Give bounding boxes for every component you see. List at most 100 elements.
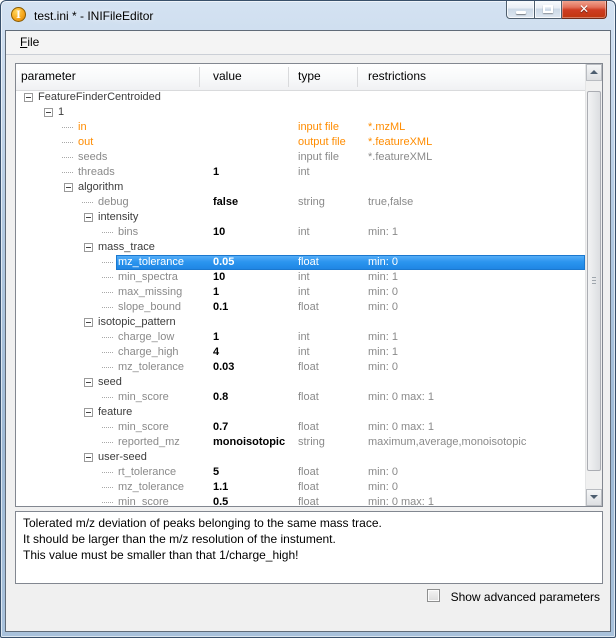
param-value[interactable]: 5: [213, 465, 219, 480]
tree-row[interactable]: intensity: [16, 210, 585, 225]
scroll-up-button[interactable]: [586, 64, 602, 81]
param-value[interactable]: 1: [213, 330, 219, 345]
menu-file[interactable]: File: [14, 33, 45, 51]
collapse-expander-icon[interactable]: [84, 408, 93, 417]
tree-row[interactable]: debugfalsestringtrue,false: [16, 195, 585, 210]
titlebar[interactable]: I test.ini * - INIFileEditor: [1, 1, 615, 30]
tree-row[interactable]: charge_low1intmin: 1: [16, 330, 585, 345]
param-value[interactable]: 1: [213, 165, 219, 180]
param-value[interactable]: 1: [213, 285, 219, 300]
param-name: min_spectra: [118, 270, 178, 285]
column-header-value[interactable]: value: [213, 69, 242, 83]
collapse-expander-icon[interactable]: [84, 213, 93, 222]
param-value[interactable]: 0.05: [213, 255, 234, 270]
tree-row[interactable]: FeatureFinderCentroided: [16, 90, 585, 105]
param-value[interactable]: 0.7: [213, 420, 228, 435]
tree-row[interactable]: min_score0.7floatmin: 0 max: 1: [16, 420, 585, 435]
tree-row[interactable]: seedsinput file*.featureXML: [16, 150, 585, 165]
param-type: int: [298, 270, 310, 285]
tree-row[interactable]: slope_bound0.1floatmin: 0: [16, 300, 585, 315]
column-header-parameter[interactable]: parameter: [21, 69, 76, 83]
arrow-up-icon: [590, 70, 598, 74]
param-name: isotopic_pattern: [98, 315, 176, 330]
param-value[interactable]: 1.1: [213, 480, 228, 495]
tree-row[interactable]: min_score0.5floatmin: 0 max: 1: [16, 495, 585, 506]
show-advanced-checkbox[interactable]: [427, 589, 440, 602]
tree-row[interactable]: threads1int: [16, 165, 585, 180]
column-header-restrictions[interactable]: restrictions: [368, 69, 426, 83]
minimize-button[interactable]: [506, 0, 535, 19]
tree-row[interactable]: outoutput file*.featureXML: [16, 135, 585, 150]
param-value[interactable]: monoisotopic: [213, 435, 285, 450]
param-restrictions: min: 1: [368, 225, 398, 240]
tree-row[interactable]: charge_high4intmin: 1: [16, 345, 585, 360]
table-header: parameter value type restrictions: [16, 64, 602, 91]
description-line: It should be larger than the m/z resolut…: [23, 531, 595, 547]
param-name: min_score: [118, 390, 169, 405]
tree-row[interactable]: min_spectra 10 int min: 1: [16, 270, 585, 285]
tree-row[interactable]: rt_tolerance5floatmin: 0: [16, 465, 585, 480]
param-value[interactable]: 10: [213, 270, 225, 285]
description-line: Tolerated m/z deviation of peaks belongi…: [23, 515, 595, 531]
window-title: test.ini * - INIFileEditor: [34, 9, 153, 23]
collapse-expander-icon[interactable]: [84, 453, 93, 462]
column-header-type[interactable]: type: [298, 69, 321, 83]
param-type: string: [298, 195, 325, 210]
close-button[interactable]: [562, 0, 607, 19]
param-value[interactable]: 4: [213, 345, 219, 360]
tree-branch-icon: [62, 127, 73, 128]
column-resize-handle[interactable]: [357, 67, 358, 87]
param-value[interactable]: false: [213, 195, 238, 210]
collapse-expander-icon[interactable]: [64, 183, 73, 192]
tree-row[interactable]: seed: [16, 375, 585, 390]
param-restrictions: min: 1: [368, 270, 398, 285]
show-advanced-label: Show advanced parameters: [451, 590, 600, 604]
collapse-expander-icon[interactable]: [84, 378, 93, 387]
param-value[interactable]: 0.03: [213, 360, 234, 375]
param-type: float: [298, 255, 319, 270]
param-value[interactable]: 0.8: [213, 390, 228, 405]
maximize-button[interactable]: [535, 0, 562, 19]
column-resize-handle[interactable]: [288, 67, 289, 87]
collapse-expander-icon[interactable]: [24, 93, 33, 102]
collapse-expander-icon[interactable]: [84, 243, 93, 252]
param-name: mass_trace: [98, 240, 155, 255]
vertical-scrollbar[interactable]: [585, 64, 602, 506]
tree-row[interactable]: min_score0.8floatmin: 0 max: 1: [16, 390, 585, 405]
tree-row[interactable]: algorithm: [16, 180, 585, 195]
tree-row[interactable]: mz_tolerance1.1floatmin: 0: [16, 480, 585, 495]
tree-row[interactable]: ininput file*.mzML: [16, 120, 585, 135]
tree-row[interactable]: user-seed: [16, 450, 585, 465]
param-restrictions: min: 0: [368, 285, 398, 300]
collapse-expander-icon[interactable]: [84, 318, 93, 327]
param-name: intensity: [98, 210, 138, 225]
param-type: output file: [298, 135, 346, 150]
maximize-icon: [543, 5, 553, 13]
param-value[interactable]: 0.1: [213, 300, 228, 315]
scroll-down-button[interactable]: [586, 489, 602, 506]
param-restrictions: min: 0 max: 1: [368, 495, 434, 506]
tree-branch-icon: [82, 202, 93, 203]
tree-row[interactable]: mz_tolerance0.03floatmin: 0: [16, 360, 585, 375]
tree-row[interactable]: bins10intmin: 1: [16, 225, 585, 240]
tree-row[interactable]: feature: [16, 405, 585, 420]
tree-row[interactable]: 1: [16, 105, 585, 120]
scrollbar-thumb[interactable]: [587, 91, 601, 471]
param-name: 1: [58, 105, 64, 120]
client-area: File parameter value type restrictions F…: [5, 30, 611, 632]
param-name: min_score: [118, 495, 169, 506]
tree-row[interactable]: reported_mzmonoisotopicstringmaximum,ave…: [16, 435, 585, 450]
tree-branch-icon: [102, 442, 113, 443]
param-type: float: [298, 480, 319, 495]
column-resize-handle[interactable]: [199, 67, 200, 87]
collapse-expander-icon[interactable]: [44, 108, 53, 117]
param-value[interactable]: 0.5: [213, 495, 228, 506]
tree-row[interactable]: mass_trace: [16, 240, 585, 255]
param-type: int: [298, 285, 310, 300]
tree-branch-icon: [102, 427, 113, 428]
tree-row[interactable]: isotopic_pattern: [16, 315, 585, 330]
param-name: debug: [98, 195, 129, 210]
tree-row[interactable]: mz_tolerance0.05floatmin: 0: [16, 255, 585, 270]
param-value[interactable]: 10: [213, 225, 225, 240]
tree-row[interactable]: max_missing1intmin: 0: [16, 285, 585, 300]
